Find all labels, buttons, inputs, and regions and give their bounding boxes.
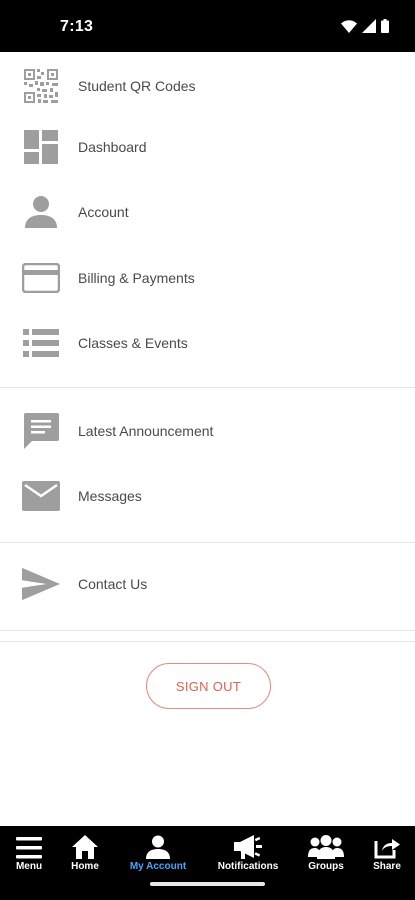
nav-label-notifications: Notifications — [217, 861, 279, 872]
menu-label-classes-events: Classes & Events — [78, 335, 188, 351]
nav-menu[interactable]: Menu — [8, 826, 50, 872]
menu-label-contact-us: Contact Us — [78, 576, 148, 592]
credit-card-icon — [22, 259, 60, 297]
cellular-signal-icon — [362, 19, 376, 33]
section-divider — [0, 387, 415, 388]
menu-label-student-qr-codes: Student QR Codes — [78, 78, 196, 94]
nav-label-my-account: My Account — [129, 861, 187, 872]
nav-label-share: Share — [373, 861, 401, 872]
megaphone-icon — [234, 832, 262, 859]
status-bar: 7:13 — [0, 0, 415, 52]
bottom-navigation: Menu Home My Account Notifications Group… — [0, 826, 415, 900]
send-icon — [22, 565, 60, 603]
groups-icon — [308, 832, 344, 859]
nav-label-menu: Menu — [15, 861, 43, 872]
nav-notifications[interactable]: Notifications — [213, 826, 283, 872]
battery-icon — [381, 19, 389, 33]
status-time: 7:13 — [60, 18, 94, 35]
nav-groups[interactable]: Groups — [301, 826, 351, 872]
section-divider — [0, 630, 415, 631]
nav-my-account[interactable]: My Account — [125, 826, 191, 872]
menu-item-contact-us[interactable]: Contact Us — [0, 556, 415, 612]
menu-label-billing-payments: Billing & Payments — [78, 270, 195, 286]
menu-item-student-qr-codes[interactable]: Student QR Codes — [0, 58, 415, 114]
hamburger-icon — [16, 832, 42, 859]
menu-item-dashboard[interactable]: Dashboard — [0, 119, 415, 175]
list-icon — [22, 324, 60, 362]
dashboard-icon — [22, 128, 60, 166]
account-icon — [146, 832, 170, 859]
menu-label-account: Account — [78, 204, 129, 220]
sign-out-button[interactable]: SIGN OUT — [146, 663, 271, 709]
nav-home[interactable]: Home — [64, 826, 106, 872]
menu-label-messages: Messages — [78, 488, 142, 504]
nav-label-groups: Groups — [308, 861, 344, 872]
section-divider — [0, 542, 415, 543]
menu-item-account[interactable]: Account — [0, 184, 415, 240]
share-icon — [374, 832, 400, 859]
announcement-icon — [22, 412, 60, 450]
menu-item-classes-events[interactable]: Classes & Events — [0, 315, 415, 371]
menu-label-dashboard: Dashboard — [78, 139, 147, 155]
person-icon — [22, 193, 60, 231]
home-indicator[interactable] — [150, 882, 265, 886]
menu-item-messages[interactable]: Messages — [0, 468, 415, 524]
status-icons — [341, 19, 389, 33]
qr-code-icon — [22, 67, 60, 105]
mail-icon — [22, 477, 60, 515]
nav-share[interactable]: Share — [367, 826, 407, 872]
nav-label-home: Home — [71, 861, 99, 872]
menu-label-latest-announcement: Latest Announcement — [78, 423, 214, 439]
section-divider — [0, 641, 415, 642]
home-icon — [72, 832, 98, 859]
menu-item-latest-announcement[interactable]: Latest Announcement — [0, 403, 415, 459]
wifi-icon — [341, 19, 357, 33]
menu-item-billing-payments[interactable]: Billing & Payments — [0, 250, 415, 306]
